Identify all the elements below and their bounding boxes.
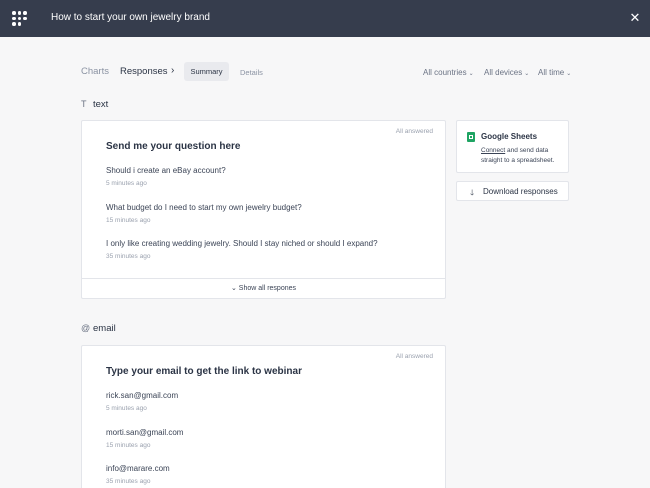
filter-devices[interactable]: All devices ⌄ [484,68,529,77]
form-title: How to start your own jewelry brand [51,12,210,23]
list-item: rick.san@gmail.com 5 minutes ago [106,391,178,412]
response-text: rick.san@gmail.com [106,391,179,400]
filter-countries-label: All countries [423,68,467,77]
at-sign-icon: @ [81,323,91,333]
app-logo-icon [12,11,27,26]
filter-time-label: All time [538,68,565,77]
section-header-text: Ttext [81,99,108,110]
status-badge: All answered [395,353,433,360]
tab-summary[interactable]: Summary [184,62,229,81]
tab-responses[interactable]: Responses [120,66,168,77]
response-text: Should i create an eBay account? [106,166,226,175]
chevron-down-icon: ⌄ [230,285,239,292]
close-icon[interactable]: ✕ [628,11,642,25]
show-all-button[interactable]: ⌄ Show all respones [82,278,445,298]
text-type-icon: T [81,99,87,109]
response-time: 5 minutes ago [106,405,147,412]
filter-time[interactable]: All time ⌄ [538,68,571,77]
response-text: info@marare.com [106,464,170,473]
chevron-down-icon: ⌄ [468,71,474,77]
show-all-label: Show all respones [238,285,296,292]
chevron-down-icon: ⌄ [524,71,530,77]
section-type-label: text [93,99,109,110]
response-text: What budget do I need to start my own je… [106,203,302,212]
list-item: Should i create an eBay account? 5 minut… [106,166,226,187]
tab-details[interactable]: Details [240,68,263,77]
question-card-email: All answered Type your email to get the … [81,345,446,488]
google-sheets-icon [467,132,475,142]
google-sheets-card: Google Sheets Connect and send data stra… [456,120,569,173]
download-label: Download responses [483,187,558,196]
list-item: morti.san@gmail.com 15 minutes ago [106,428,183,449]
question-card-text: All answered Send me your question here … [81,120,446,299]
list-item: info@marare.com 35 minutes ago [106,464,170,485]
response-time: 35 minutes ago [106,478,151,485]
chevron-right-icon: › [171,65,175,76]
google-sheets-desc: Connect and send data straight to a spre… [481,146,565,166]
google-sheets-title: Google Sheets [481,132,538,141]
filter-devices-label: All devices [484,68,523,77]
results-nav: Charts Responses › Summary Details All c… [0,62,650,82]
section-type-label: email [93,323,116,334]
response-time: 15 minutes ago [106,217,151,224]
chevron-down-icon: ⌄ [566,71,572,77]
list-item: I only like creating wedding jewelry. Sh… [106,239,378,260]
download-responses-button[interactable]: 🡓 Download responses [456,181,569,201]
response-time: 5 minutes ago [106,180,147,187]
download-icon: 🡓 [470,188,475,197]
status-badge: All answered [395,128,433,135]
response-time: 15 minutes ago [106,442,151,449]
top-bar: How to start your own jewelry brand ✕ [0,0,650,37]
question-title: Send me your question here [106,141,241,152]
response-text: morti.san@gmail.com [106,428,184,437]
list-item: What budget do I need to start my own je… [106,203,302,224]
question-title: Type your email to get the link to webin… [106,366,302,377]
response-time: 35 minutes ago [106,253,151,260]
filter-countries[interactable]: All countries ⌄ [423,68,474,77]
response-text: I only like creating wedding jewelry. Sh… [106,239,378,248]
connect-link[interactable]: Connect [481,147,505,154]
section-header-email: @ email [81,323,116,334]
tab-charts[interactable]: Charts [81,66,109,77]
